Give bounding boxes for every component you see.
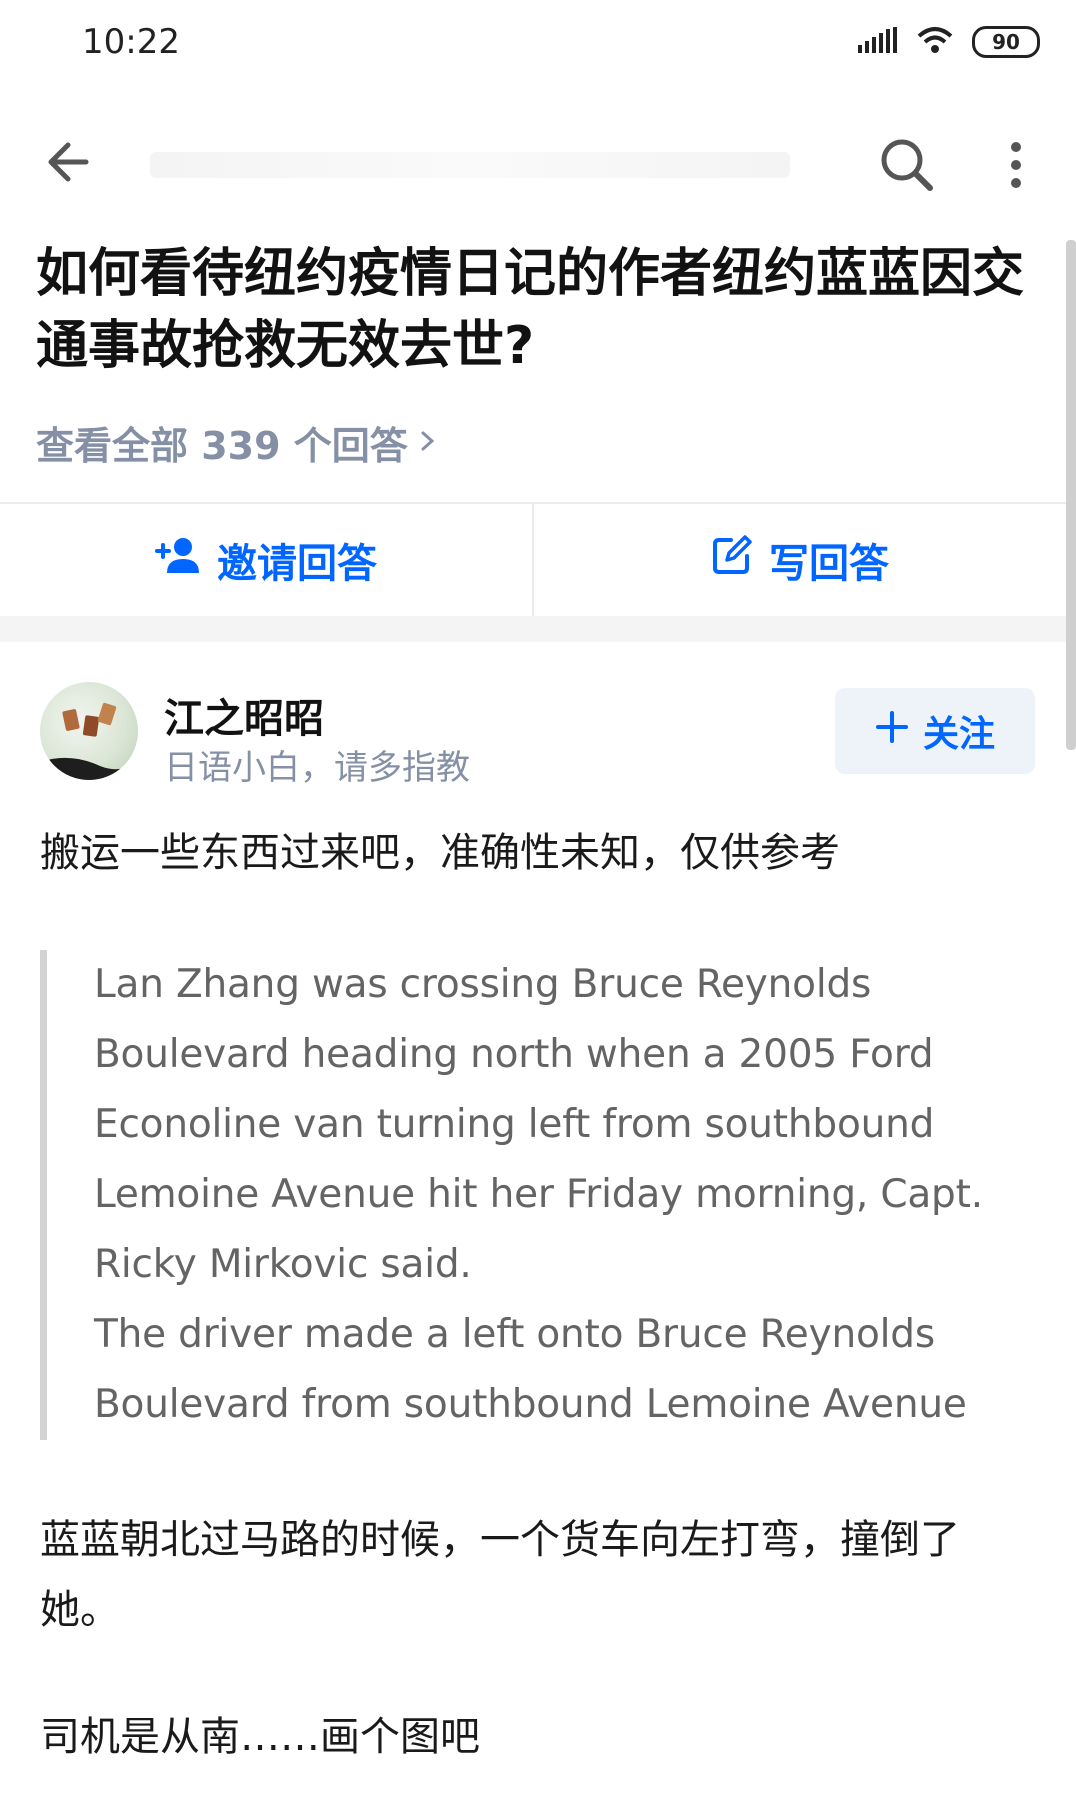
follow-button[interactable]: 关注 bbox=[835, 688, 1035, 774]
write-answer-label: 写回答 bbox=[769, 541, 889, 587]
question-title: 如何看待纽约疫情日记的作者纽约蓝蓝因交通事故抢救无效去世? bbox=[36, 244, 1025, 376]
avatar[interactable] bbox=[40, 682, 138, 780]
battery-icon: 90 bbox=[972, 26, 1040, 58]
answer-paragraph: 蓝蓝朝北过马路的时候，一个货车向左打弯，撞倒了她。 bbox=[40, 1517, 960, 1633]
wifi-icon bbox=[916, 26, 954, 58]
invite-answer-label: 邀请回答 bbox=[217, 541, 377, 587]
quote-line: Boulevard from southbound Lemoine Avenue bbox=[94, 1382, 967, 1427]
search-icon[interactable] bbox=[876, 134, 938, 196]
section-divider bbox=[0, 616, 1066, 642]
more-vertical-icon[interactable] bbox=[996, 134, 1036, 196]
plus-icon bbox=[875, 710, 909, 753]
quote-line: Ricky Mirkovic said. bbox=[94, 1242, 472, 1287]
answer-intro: 搬运一些东西过来吧，准确性未知，仅供参考 bbox=[40, 830, 840, 876]
view-all-answers-link[interactable]: 查看全部 339 个回答 bbox=[36, 415, 438, 470]
write-answer-button[interactable]: 写回答 bbox=[534, 504, 1066, 616]
answer-paragraph: 司机是从南……画个图吧 bbox=[40, 1714, 480, 1760]
status-time: 10:22 bbox=[82, 22, 180, 62]
author-name[interactable]: 江之昭昭 bbox=[164, 686, 324, 744]
quote-line: Lan Zhang was crossing Bruce Reynolds bbox=[94, 962, 872, 1007]
invite-answer-button[interactable]: 邀请回答 bbox=[0, 504, 532, 616]
status-bar: 10:22 90 bbox=[0, 0, 1076, 90]
back-arrow-icon[interactable] bbox=[42, 132, 102, 192]
signal-icon bbox=[858, 27, 898, 57]
add-person-icon bbox=[155, 535, 201, 585]
status-icons: 90 bbox=[858, 26, 1040, 58]
chevron-right-icon bbox=[418, 421, 438, 465]
view-all-label: 查看全部 339 个回答 bbox=[36, 424, 408, 468]
action-row: 邀请回答 写回答 bbox=[0, 504, 1066, 616]
quote-line: The driver made a left onto Bruce Reynol… bbox=[94, 1312, 935, 1357]
quote-line: Boulevard heading north when a 2005 Ford bbox=[94, 1032, 934, 1077]
blockquote: Lan Zhang was crossing Bruce Reynolds Bo… bbox=[40, 950, 1030, 1440]
scrollbar[interactable] bbox=[1066, 240, 1076, 750]
quote-line: Lemoine Avenue hit her Friday morning, C… bbox=[94, 1172, 983, 1217]
follow-label: 关注 bbox=[922, 714, 995, 755]
author-bio: 日语小白，请多指教 bbox=[164, 748, 470, 788]
quote-text: Lan Zhang was crossing Bruce Reynolds Bo… bbox=[94, 950, 1030, 1440]
edit-icon bbox=[711, 534, 753, 586]
app-bar bbox=[0, 112, 1076, 222]
appbar-faded-title bbox=[150, 152, 790, 178]
quote-line: Econoline van turning left from southbou… bbox=[94, 1102, 935, 1147]
author-row: 江之昭昭 日语小白，请多指教 关注 bbox=[40, 682, 1040, 788]
